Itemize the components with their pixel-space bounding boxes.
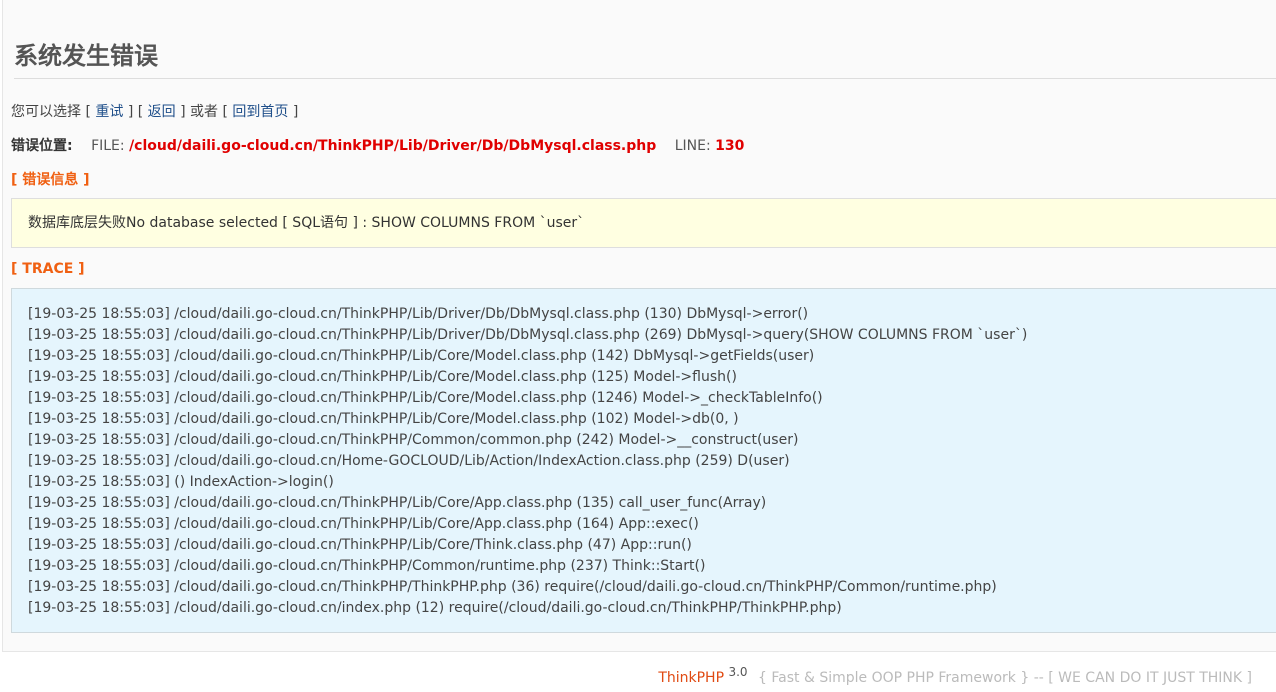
or-text: 或者 [190,104,219,120]
open-bracket: [ [137,104,144,120]
close-bracket: ] [180,104,186,120]
trace-line: [19-03-25 18:55:03] /cloud/daili.go-clou… [28,537,692,553]
home-link[interactable]: 回到首页 [232,104,288,120]
close-bracket: ] [127,104,134,120]
error-info-heading: [ 错误信息 ] [11,172,90,188]
trace-line: [19-03-25 18:55:03] /cloud/daili.go-clou… [28,411,739,427]
trace-heading: [ TRACE ] [11,261,85,277]
close-bracket: ] [292,104,299,120]
line-label: LINE: [674,138,711,154]
trace-line: [19-03-25 18:55:03] /cloud/daili.go-clou… [28,348,815,364]
back-link[interactable]: 返回 [148,104,176,120]
version-number: 3.0 [728,665,748,679]
trace-line: [19-03-25 18:55:03] /cloud/daili.go-clou… [28,306,809,322]
open-bracket: [ [85,104,91,120]
file-path: /cloud/daili.go-cloud.cn/ThinkPHP/Lib/Dr… [129,138,657,154]
choose-prefix: 您可以选择 [11,104,81,120]
error-message-text: 数据库底层失败No database selected [ SQL语句 ] : … [28,215,585,231]
trace-box: [19-03-25 18:55:03] /cloud/daili.go-clou… [11,288,1276,633]
trace-line: [19-03-25 18:55:03] () IndexAction->logi… [28,474,334,490]
page-title: 系统发生错误 [14,36,1276,79]
trace-line: [19-03-25 18:55:03] /cloud/daili.go-clou… [28,495,767,511]
open-bracket: [ [222,104,228,120]
trace-line: [19-03-25 18:55:03] /cloud/daili.go-clou… [28,390,823,406]
trace-line: [19-03-25 18:55:03] /cloud/daili.go-clou… [28,453,790,469]
error-location: 错误位置: FILE: /cloud/daili.go-cloud.cn/Thi… [11,136,744,156]
line-number: 130 [715,138,745,154]
retry-link[interactable]: 重试 [95,104,123,120]
file-label: FILE: [91,138,125,154]
trace-line: [19-03-25 18:55:03] /cloud/daili.go-clou… [28,579,997,595]
choose-actions-row: 您可以选择 [ 重试 ] [ 返回 ] 或者 [ 回到首页 ] [11,102,298,122]
error-message-box: 数据库底层失败No database selected [ SQL语句 ] : … [11,198,1276,248]
footer-copyright: ThinkPHP 3.0 { Fast & Simple OOP PHP Fra… [658,658,1252,692]
trace-line: [19-03-25 18:55:03] /cloud/daili.go-clou… [28,369,737,385]
trace-line: [19-03-25 18:55:03] /cloud/daili.go-clou… [28,327,1028,343]
trace-line: [19-03-25 18:55:03] /cloud/daili.go-clou… [28,516,699,532]
trace-line: [19-03-25 18:55:03] /cloud/daili.go-clou… [28,558,706,574]
trace-line: [19-03-25 18:55:03] /cloud/daili.go-clou… [28,432,799,448]
trace-line: [19-03-25 18:55:03] /cloud/daili.go-clou… [28,600,842,616]
thinkphp-link[interactable]: ThinkPHP [658,670,724,686]
error-location-label: 错误位置: [11,138,73,154]
footer-tagline: { Fast & Simple OOP PHP Framework } -- [… [758,670,1252,686]
